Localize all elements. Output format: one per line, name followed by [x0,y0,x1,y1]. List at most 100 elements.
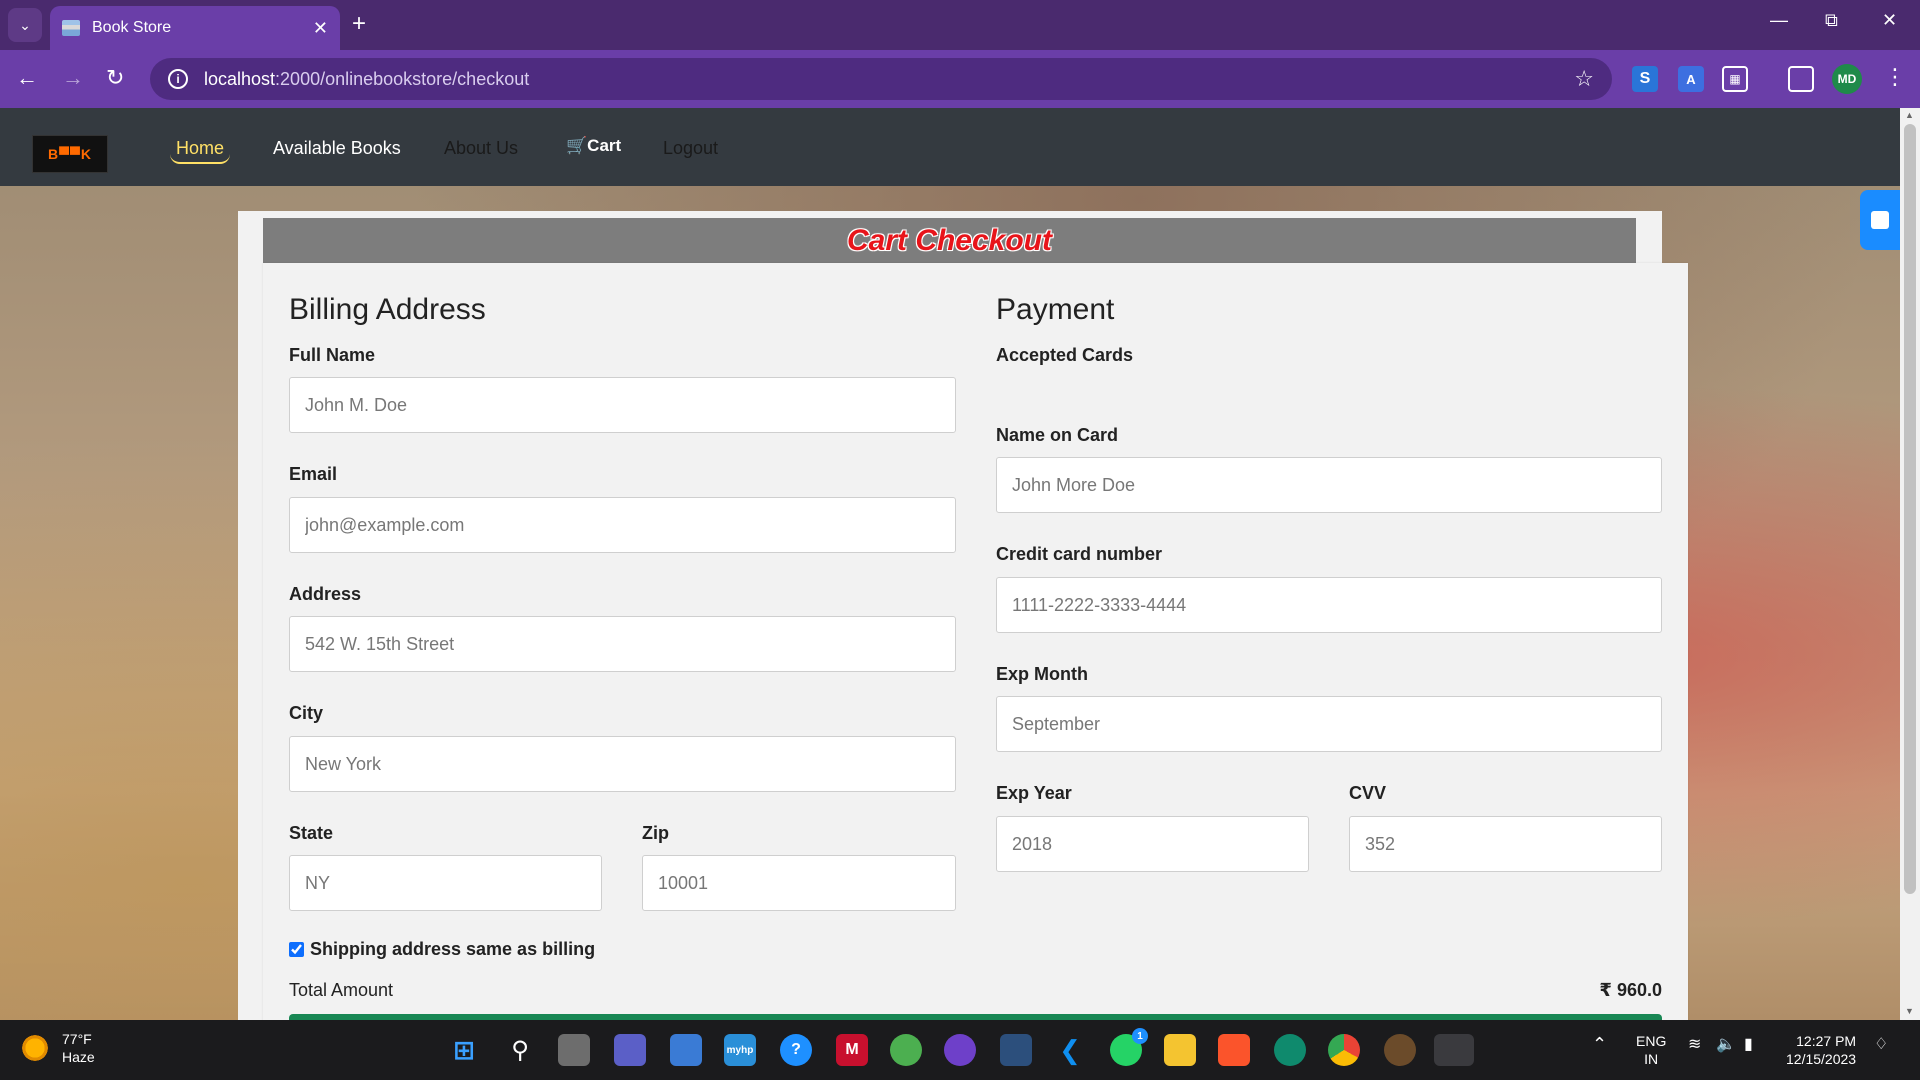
exp-year-label: Exp Year [996,783,1072,803]
forward-arrow-icon[interactable]: → [62,65,84,91]
myhp-icon[interactable]: myhp [724,1034,756,1066]
restore-icon[interactable]: ⧉ [1825,10,1838,31]
state-label: State [289,823,334,843]
name-on-card-label: Name on Card [996,425,1119,445]
notification-bell-icon[interactable]: ♢ [1874,1034,1888,1054]
chrome-icon[interactable] [1328,1034,1360,1066]
page-title: Cart Checkout [846,223,1053,257]
site-info-icon[interactable]: i [168,69,188,89]
exp-month-label: Exp Month [996,664,1088,684]
show-hidden-icons-chevron-icon[interactable]: ⌃ [1592,1034,1607,1055]
url-text[interactable]: localhost:2000/onlinebookstore/checkout [204,69,1574,90]
mysql-workbench-icon[interactable] [1000,1034,1032,1066]
back-arrow-icon[interactable]: ← [16,65,38,91]
total-amount-label: Total Amount [289,980,394,1000]
shipping-same-checkbox-row[interactable]: Shipping address same as billing [289,939,595,960]
email-label: Email [289,464,338,484]
scrollbar-thumb[interactable] [1904,124,1916,894]
language-indicator[interactable]: ENG IN [1636,1032,1666,1068]
clock-date: 12/15/2023 [1786,1051,1857,1067]
search-icon[interactable]: ⚲ [504,1034,536,1066]
city-input[interactable] [289,736,956,792]
windows-taskbar: 77°F Haze ⊞ ⚲ myhp ? M ❮ 1 ⌃ ENG IN ≋ 🔈 … [0,1020,1920,1080]
puzzle-extensions-icon[interactable]: ▦ [1722,66,1748,92]
shipping-same-checkbox[interactable] [289,942,304,957]
haze-weather-icon [20,1033,50,1063]
minimize-icon[interactable]: — [1770,10,1788,31]
help-app-icon[interactable]: ? [780,1034,812,1066]
new-tab-button[interactable]: + [352,12,366,36]
full-name-label: Full Name [289,345,376,365]
nav-available-books-link[interactable]: Available Books [273,138,401,159]
teams-chat-icon[interactable] [614,1034,646,1066]
nav-about-us-link[interactable]: About Us [444,138,518,159]
scroll-up-arrow-icon[interactable]: ▲ [1905,110,1914,120]
scroll-down-arrow-icon[interactable]: ▼ [1905,1006,1914,1016]
volume-icon[interactable]: 🔈 [1716,1034,1736,1054]
brave-browser-icon[interactable] [1218,1034,1250,1066]
site-navbar: B▀▀K Home Available Books About Us 🛒Cart… [0,108,1900,186]
wifi-icon[interactable]: ≋ [1688,1034,1701,1054]
exp-year-input[interactable] [996,816,1309,872]
mcafee-icon[interactable]: M [836,1034,868,1066]
name-on-card-input[interactable] [996,457,1662,513]
cvv-label: CVV [1349,783,1387,803]
task-view-icon[interactable] [558,1034,590,1066]
clock-time: 12:27 PM [1796,1033,1857,1049]
translate-extension-icon[interactable]: A [1678,66,1704,92]
page-scrollbar[interactable]: ▲ ▼ [1900,108,1920,1020]
nav-logout-link[interactable]: Logout [663,138,718,159]
cvv-input[interactable] [1349,816,1662,872]
zip-label: Zip [642,823,669,843]
browser-tabstrip: ⌄ Book Store ✕ + — ⧉ ✕ [0,0,1920,50]
tab-title: Book Store [92,19,172,36]
weather-widget[interactable]: 77°F Haze [20,1030,95,1066]
full-name-input[interactable] [289,377,956,433]
vscode-icon[interactable]: ❮ [1054,1034,1086,1066]
microsoft-store-icon[interactable] [670,1034,702,1066]
nav-home-link[interactable]: Home [170,138,231,164]
profile-avatar[interactable]: MD [1832,64,1862,94]
chrome-profile-active-icon[interactable] [1434,1034,1474,1066]
reload-icon[interactable]: ↻ [106,65,124,91]
card-number-input[interactable] [996,577,1662,633]
exp-month-input[interactable] [996,696,1662,752]
email-input[interactable] [289,497,956,553]
state-input[interactable] [289,855,602,911]
widget-icon [1871,211,1889,229]
address-bar[interactable]: i localhost:2000/onlinebookstore/checkou… [150,58,1612,100]
side-panel-icon[interactable] [1788,66,1814,92]
file-explorer-icon[interactable] [1164,1034,1196,1066]
bookstore-logo[interactable]: B▀▀K [32,135,108,173]
edge-browser-icon[interactable] [1274,1034,1306,1066]
s-extension-icon[interactable]: S [1632,66,1658,92]
whatsapp-icon[interactable]: 1 [1110,1028,1148,1066]
browser-tab[interactable]: Book Store ✕ [50,6,340,50]
bookmark-star-icon[interactable]: ☆ [1574,66,1594,92]
lang-line1: ENG [1636,1033,1667,1049]
windows-start-icon[interactable]: ⊞ [448,1034,480,1066]
tab-search-button[interactable]: ⌄ [8,8,42,42]
github-desktop-icon[interactable] [944,1034,976,1066]
floating-side-widget[interactable] [1860,190,1900,250]
battery-icon[interactable]: ▮ [1744,1034,1753,1054]
address-label: Address [289,584,362,604]
system-clock[interactable]: 12:27 PM 12/15/2023 [1786,1032,1856,1068]
address-input[interactable] [289,616,956,672]
weather-desc: Haze [62,1049,95,1065]
shipping-same-label: Shipping address same as billing [310,939,596,959]
window-close-icon[interactable]: ✕ [1882,10,1897,31]
billing-heading: Billing Address [289,293,486,326]
weather-temp: 77°F [62,1031,92,1047]
zip-input[interactable] [642,855,956,911]
nav-cart-label: Cart [587,136,622,155]
whatsapp-badge: 1 [1132,1028,1148,1044]
settings-gear-app-icon[interactable] [1384,1034,1416,1066]
close-tab-icon[interactable]: ✕ [313,18,328,39]
book-favicon-icon [62,20,80,36]
total-amount-value: ₹ 960.0 [1599,980,1662,1000]
accepted-cards-label: Accepted Cards [996,345,1134,365]
spring-tools-icon[interactable] [890,1034,922,1066]
nav-cart-link[interactable]: 🛒Cart [566,136,621,156]
browser-menu-icon[interactable]: ⋮ [1884,64,1906,90]
